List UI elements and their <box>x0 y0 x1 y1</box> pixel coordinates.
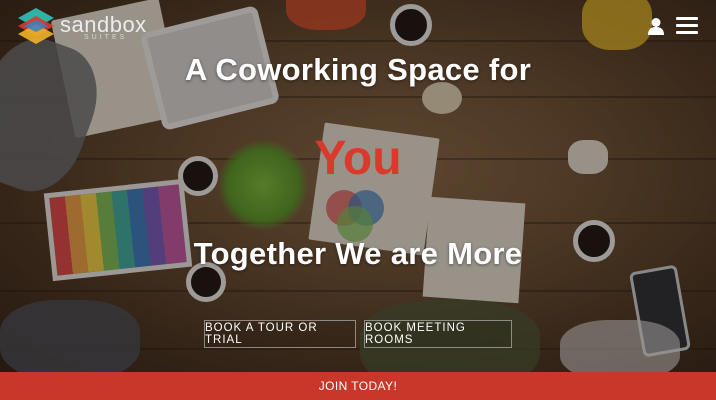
menu-bar <box>676 17 698 20</box>
hero-headline-top: A Coworking Space for <box>184 52 532 87</box>
menu-bar <box>676 31 698 34</box>
hero-headline-emphasis: You <box>314 132 402 185</box>
sandbox-logo-icon <box>18 8 54 44</box>
book-meeting-rooms-button[interactable]: BOOK MEETING ROOMS <box>364 320 512 348</box>
hamburger-menu-icon[interactable] <box>676 17 698 35</box>
sandbox-logo[interactable]: sandbox SUITES <box>14 6 146 44</box>
menu-bar <box>676 24 698 27</box>
book-tour-button[interactable]: BOOK A TOUR OR TRIAL <box>204 320 356 348</box>
logo-subtitle: SUITES <box>84 34 128 41</box>
join-today-bar[interactable]: JOIN TODAY! <box>0 372 716 400</box>
user-icon[interactable] <box>647 17 665 35</box>
hero-headline-bottom: Together We are More <box>193 236 523 271</box>
